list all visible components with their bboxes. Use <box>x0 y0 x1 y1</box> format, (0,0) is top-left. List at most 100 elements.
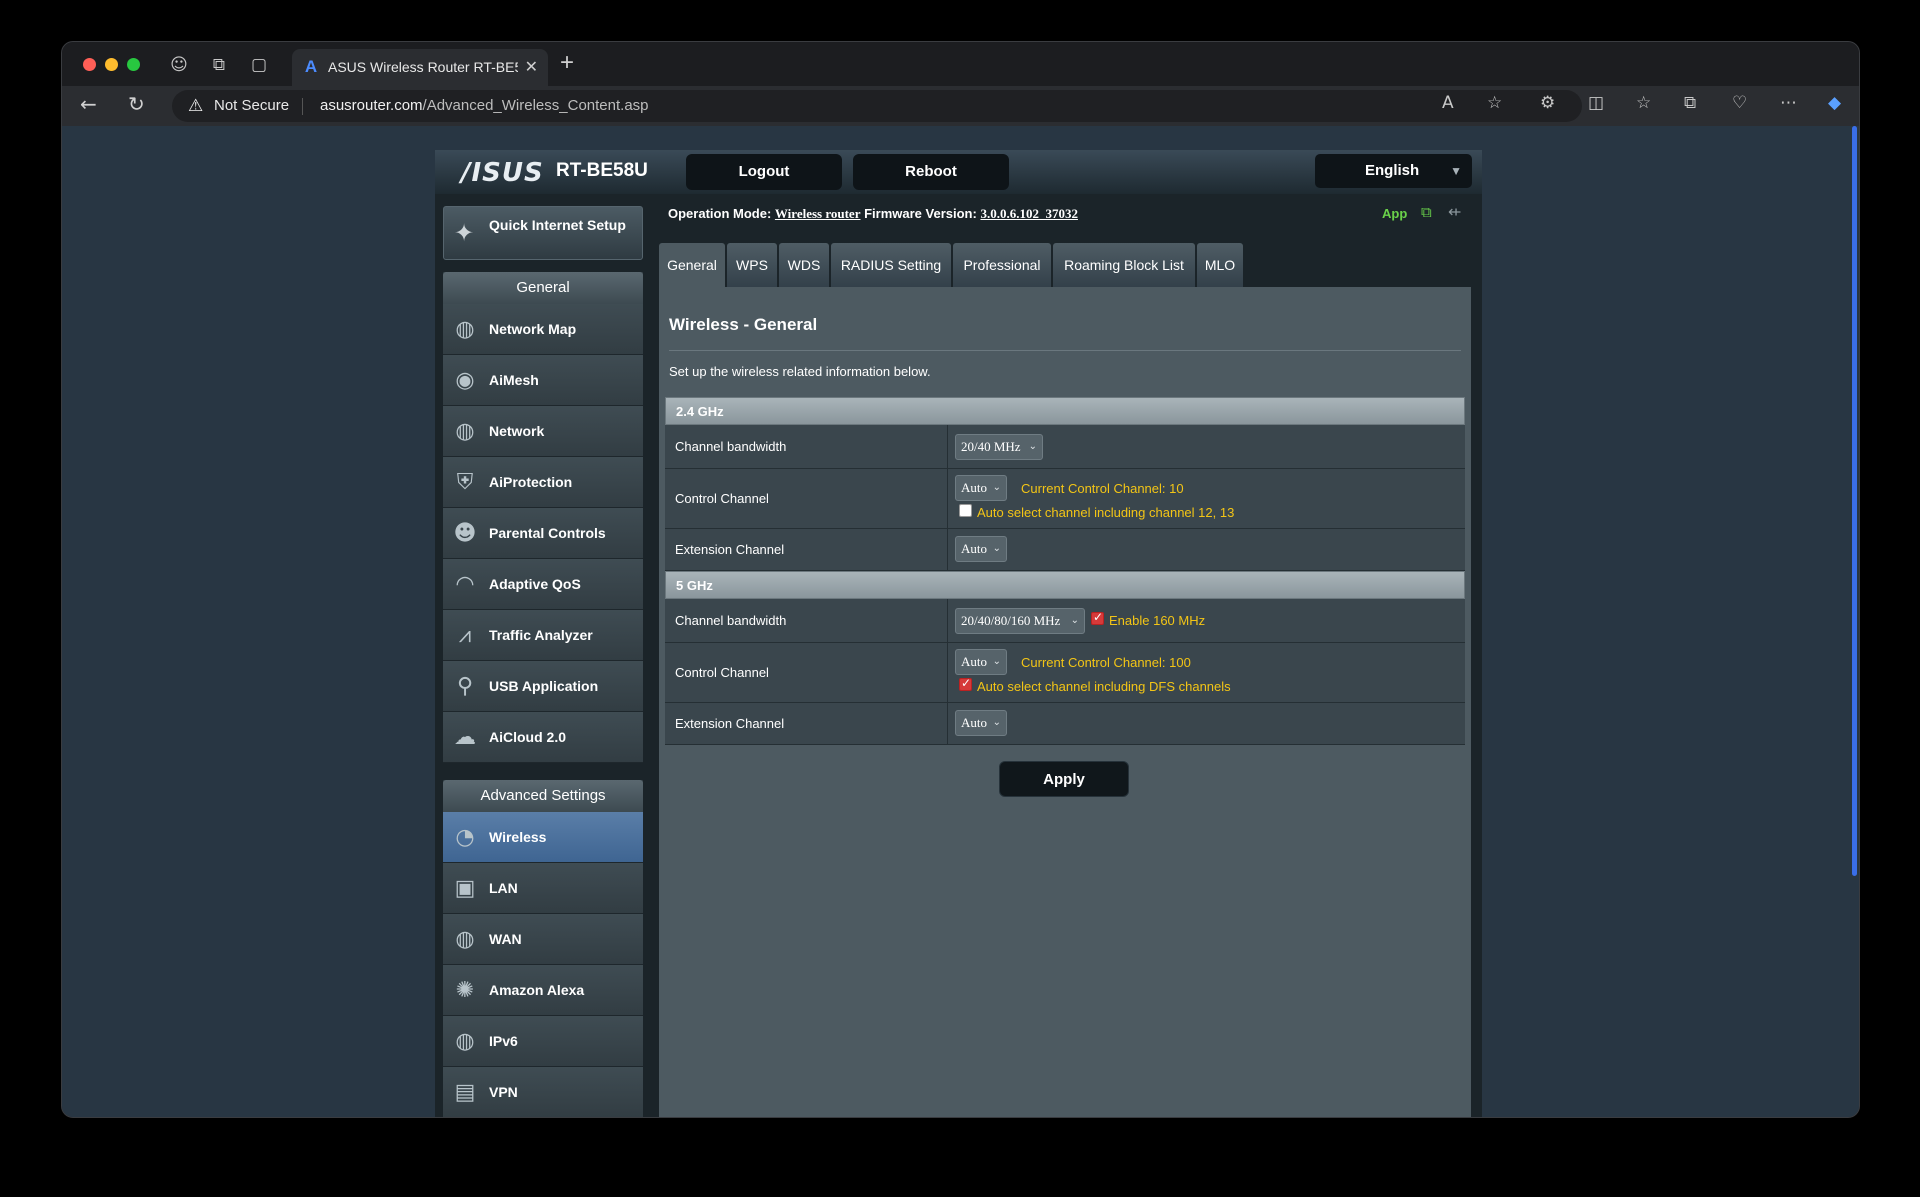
advanced-heading: Advanced Settings <box>443 780 643 812</box>
vpn-icon: ▤ <box>454 1080 476 1105</box>
menu-item-label: LAN <box>489 880 518 896</box>
tab-actions-icon[interactable]: ▢ <box>246 52 272 78</box>
ipv6-icon: ◍ <box>455 1029 475 1054</box>
enable-160-checkbox[interactable] <box>1091 610 1104 625</box>
tab-professional[interactable]: Professional <box>953 243 1051 287</box>
browser-tab-active[interactable]: A ASUS Wireless Router RT-BE58U ✕ <box>292 49 548 86</box>
tab-radius-setting[interactable]: RADIUS Setting <box>831 243 951 287</box>
security-label[interactable]: Not Secure <box>214 97 289 114</box>
auto-select-dfs-label[interactable]: Auto select channel including DFS channe… <box>977 679 1231 694</box>
menu-item-lan[interactable]: ▣ LAN <box>443 863 643 914</box>
menu-item-wireless[interactable]: ◔ Wireless <box>443 812 643 863</box>
bandwidth-5-select[interactable]: 20/40/80/160 MHz ⌄ <box>955 608 1085 634</box>
new-tab-icon[interactable]: + <box>560 50 574 76</box>
menu-item-aicloud[interactable]: ☁ AiCloud 2.0 <box>443 712 643 763</box>
row-separator <box>947 425 948 468</box>
menu-item-label: VPN <box>489 1084 518 1100</box>
favorite-star-icon[interactable]: ☆ <box>1487 93 1502 113</box>
auto-select-12-13-checkbox[interactable] <box>959 504 972 517</box>
operation-info: Operation Mode: Wireless router Firmware… <box>668 206 1078 222</box>
menu-item-label: Wireless <box>489 829 547 845</box>
menu-item-adaptive-qos[interactable]: ◠ Adaptive QoS <box>443 559 643 610</box>
enable-160-label[interactable]: Enable 160 MHz <box>1109 613 1205 628</box>
close-window-button[interactable] <box>83 58 96 71</box>
maximize-window-button[interactable] <box>127 58 140 71</box>
model-name: RT-BE58U <box>556 160 648 181</box>
chevron-down-icon: ⌄ <box>992 717 1001 728</box>
tab-wds[interactable]: WDS <box>779 243 829 287</box>
operation-mode-label: Operation Mode: <box>668 206 772 221</box>
tab-roaming-block-list[interactable]: Roaming Block List <box>1053 243 1195 287</box>
menu-item-ipv6[interactable]: ◍ IPv6 <box>443 1016 643 1067</box>
menu-item-amazon-alexa[interactable]: ✺ Amazon Alexa <box>443 965 643 1016</box>
menu-item-label: Adaptive QoS <box>489 576 581 592</box>
menu-item-label: AiProtection <box>489 474 573 490</box>
reload-icon[interactable]: ↻ <box>128 92 145 116</box>
menu-item-wan[interactable]: ◍ WAN <box>443 914 643 965</box>
general-menu: General ◍ Network Map ◉ AiMesh ◍ Network ⛨ A… <box>443 272 643 763</box>
favorites-icon[interactable]: ☆ <box>1636 93 1651 113</box>
logout-button[interactable]: Logout <box>686 154 842 190</box>
apply-button[interactable]: Apply <box>999 761 1129 797</box>
page-viewport: /ISUS RT-BE58U Logout Reboot English ▼ ✦… <box>62 126 1859 1117</box>
operation-mode-link[interactable]: Wireless router <box>775 206 861 221</box>
menu-item-label: Amazon Alexa <box>489 982 585 998</box>
menu-item-aiprotection[interactable]: ⛨ AiProtection <box>443 457 643 508</box>
app-link[interactable]: App <box>1382 206 1407 221</box>
menu-item-parental-controls[interactable]: ☻ Parental Controls <box>443 508 643 559</box>
control-channel-5-select[interactable]: Auto ⌄ <box>955 649 1007 675</box>
address-bar[interactable]: ⚠ Not Secure asusrouter.com/Advanced_Wir… <box>172 90 1582 122</box>
router-page: /ISUS RT-BE58U Logout Reboot English ▼ ✦… <box>435 150 1482 1117</box>
menu-item-network-map[interactable]: ◍ Network Map <box>443 304 643 355</box>
vertical-scrollbar[interactable] <box>1852 126 1857 876</box>
extension-channel-5-select[interactable]: Auto ⌄ <box>955 710 1007 736</box>
auto-select-dfs-checkbox[interactable] <box>959 676 972 691</box>
firmware-link[interactable]: 3.0.0.6.102_37032 <box>980 206 1078 221</box>
auto-select-12-13-label[interactable]: Auto select channel including channel 12… <box>977 505 1234 520</box>
menu-item-aimesh[interactable]: ◉ AiMesh <box>443 355 643 406</box>
tab-general[interactable]: General <box>659 243 725 287</box>
reboot-button[interactable]: Reboot <box>853 154 1009 190</box>
usb-status-icon: ⇷ <box>1448 204 1462 221</box>
row-24-extension-channel: Extension Channel Auto ⌄ <box>665 529 1465 571</box>
menu-item-label: Traffic Analyzer <box>489 627 593 643</box>
select-value: 20/40/80/160 MHz <box>961 613 1061 628</box>
url-text[interactable]: asusrouter.com/Advanced_Wireless_Content… <box>320 97 649 114</box>
quick-internet-setup-button[interactable]: ✦ Quick Internet Setup <box>443 206 643 260</box>
browser-essentials-icon[interactable]: ♡ <box>1732 93 1747 113</box>
chevron-down-icon: ⌄ <box>992 482 1001 493</box>
menu-item-traffic-analyzer[interactable]: ⩘ Traffic Analyzer <box>443 610 643 661</box>
select-value: 20/40 MHz <box>961 439 1021 454</box>
row-label: Extension Channel <box>675 716 785 731</box>
asus-favicon-icon: A <box>304 57 318 76</box>
select-value: Auto <box>961 715 987 730</box>
bandwidth-24-select[interactable]: 20/40 MHz ⌄ <box>955 434 1043 460</box>
tab-wps[interactable]: WPS <box>727 243 777 287</box>
menu-item-usb-application[interactable]: ⚲ USB Application <box>443 661 643 712</box>
split-screen-icon[interactable]: ◫ <box>1588 93 1604 113</box>
warning-icon[interactable]: ⚠ <box>188 96 203 116</box>
row-label: Control Channel <box>675 665 769 680</box>
language-select[interactable]: English ▼ <box>1315 154 1472 188</box>
chevron-down-icon: ▼ <box>1450 164 1462 178</box>
tab-mlo[interactable]: MLO <box>1197 243 1243 287</box>
content-panel: Wireless - General Set up the wireless r… <box>659 287 1471 1117</box>
read-aloud-icon[interactable]: A <box>1442 93 1454 113</box>
workspaces-icon[interactable]: ⧉ <box>206 52 232 78</box>
tab-strip: ☺ ⧉ ▢ A ASUS Wireless Router RT-BE58U ✕ … <box>62 42 1859 86</box>
copilot-icon[interactable]: ◆ <box>1828 93 1841 113</box>
extensions-icon[interactable]: ⚙ <box>1540 93 1555 113</box>
back-icon[interactable]: ← <box>80 92 97 116</box>
menu-item-vpn[interactable]: ▤ VPN <box>443 1067 643 1117</box>
tab-title: ASUS Wireless Router RT-BE58U <box>328 59 518 75</box>
minimize-window-button[interactable] <box>105 58 118 71</box>
more-menu-icon[interactable]: ⋯ <box>1780 93 1797 113</box>
profile-icon[interactable]: ☺ <box>166 52 192 78</box>
app-icon[interactable]: ⧉ <box>1421 204 1432 221</box>
menu-item-network[interactable]: ◍ Network <box>443 406 643 457</box>
collections-icon[interactable]: ⧉ <box>1684 93 1696 113</box>
quick-setup-label: Quick Internet Setup <box>489 217 626 233</box>
close-tab-icon[interactable]: ✕ <box>525 57 538 77</box>
control-channel-24-select[interactable]: Auto ⌄ <box>955 475 1007 501</box>
extension-channel-24-select[interactable]: Auto ⌄ <box>955 536 1007 562</box>
